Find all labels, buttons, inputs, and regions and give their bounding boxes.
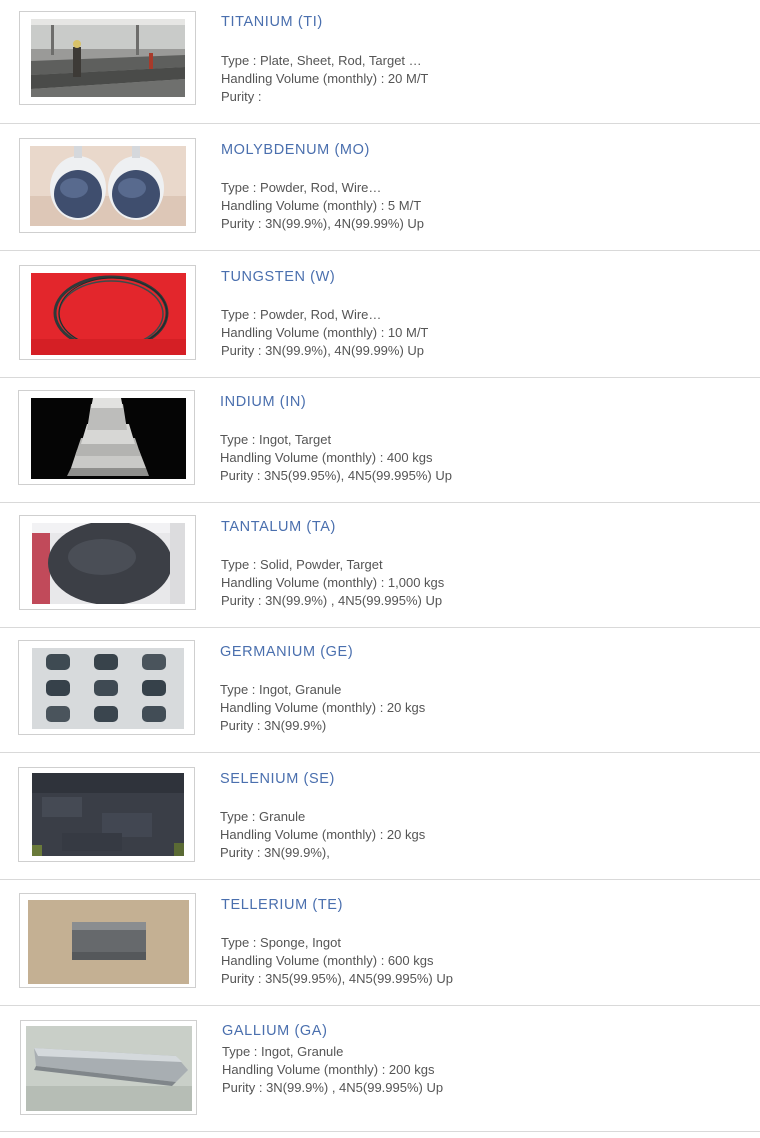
material-purity: Purity : 3N5(99.95%), 4N5(99.995%) Up xyxy=(220,468,452,483)
thumbnail-frame xyxy=(20,1020,197,1115)
material-type: Type : Ingot, Granule xyxy=(220,682,342,697)
material-item-tantalum: TANTALUM (TA) Type : Solid, Powder, Targ… xyxy=(0,503,760,628)
thumbnail-frame xyxy=(18,390,195,485)
material-title: TANTALUM (TA) xyxy=(221,519,336,535)
material-purity: Purity : 3N(99.9%) , 4N5(99.995%) Up xyxy=(221,593,443,608)
germanium-ingots-photo xyxy=(32,648,184,729)
material-item-titanium: TITANIUM (TI) Type : Plate, Sheet, Rod, … xyxy=(0,0,760,124)
material-type: Type : Ingot, Target xyxy=(220,432,332,447)
material-item-molybdenum: MOLYBDENUM (MO) Type : Powder, Rod, Wire… xyxy=(0,124,760,251)
material-type: Type : Granule xyxy=(220,809,306,824)
indium-ingot-photo xyxy=(31,398,186,479)
material-item-germanium: GERMANIUM (GE) Type : Ingot, Granule Han… xyxy=(0,628,760,753)
material-purity: Purity : 3N(99.9%) xyxy=(220,718,327,733)
material-type: Type : Plate, Sheet, Rod, Target … xyxy=(221,53,422,68)
material-volume: Handling Volume (monthly) : 5 M/T xyxy=(221,198,422,213)
material-title: TITANIUM (TI) xyxy=(221,14,323,30)
material-purity: Purity : 3N(99.9%), 4N(99.99%) Up xyxy=(221,343,425,358)
material-volume: Handling Volume (monthly) : 200 kgs xyxy=(222,1062,435,1077)
tellurium-ingot-photo xyxy=(28,900,189,984)
material-item-selenium: SELENIUM (SE) Type : Granule Handling Vo… xyxy=(0,753,760,880)
material-type: Type : Solid, Powder, Target xyxy=(221,557,383,572)
material-item-gallium: GALLIUM (GA) Type : Ingot, Granule Handl… xyxy=(0,1006,760,1132)
selenium-granules-photo xyxy=(32,773,184,856)
material-title: GALLIUM (GA) xyxy=(222,1023,328,1039)
material-purity: Purity : 3N(99.9%), 4N(99.99%) Up xyxy=(221,216,425,231)
material-item-indium: INDIUM (IN) Type : Ingot, Target Handlin… xyxy=(0,378,760,503)
material-volume: Handling Volume (monthly) : 400 kgs xyxy=(220,450,433,465)
thumbnail-frame xyxy=(19,515,196,610)
molybdenum-powder-photo xyxy=(30,146,186,226)
material-title: INDIUM (IN) xyxy=(220,394,307,410)
material-item-tungsten: TUNGSTEN (W) Type : Powder, Rod, Wire… H… xyxy=(0,251,760,378)
material-type: Type : Powder, Rod, Wire… xyxy=(221,180,382,195)
material-purity: Purity : 3N(99.9%), xyxy=(220,845,330,860)
material-type: Type : Powder, Rod, Wire… xyxy=(221,307,382,322)
material-volume: Handling Volume (monthly) : 1,000 kgs xyxy=(221,575,445,590)
tantalum-disc-photo xyxy=(32,523,185,604)
material-title: TELLERIUM (TE) xyxy=(221,897,343,913)
gallium-bar-photo xyxy=(26,1026,192,1111)
material-type: Type : Sponge, Ingot xyxy=(221,935,341,950)
material-purity: Purity : 3N5(99.95%), 4N5(99.995%) Up xyxy=(221,971,453,986)
thumbnail-frame xyxy=(18,767,195,862)
material-type: Type : Ingot, Granule xyxy=(222,1044,344,1059)
material-title: MOLYBDENUM (MO) xyxy=(221,142,370,158)
material-volume: Handling Volume (monthly) : 600 kgs xyxy=(221,953,434,968)
material-volume: Handling Volume (monthly) : 20 M/T xyxy=(221,71,429,86)
thumbnail-frame xyxy=(19,265,196,360)
material-purity: Purity : xyxy=(221,89,262,104)
titanium-plates-photo xyxy=(31,19,185,97)
tungsten-wire-photo xyxy=(31,273,186,355)
material-volume: Handling Volume (monthly) : 10 M/T xyxy=(221,325,429,340)
thumbnail-frame xyxy=(19,138,196,233)
thumbnail-frame xyxy=(19,893,196,988)
thumbnail-frame xyxy=(18,640,195,735)
material-volume: Handling Volume (monthly) : 20 kgs xyxy=(220,827,426,842)
material-title: TUNGSTEN (W) xyxy=(221,269,336,285)
material-title: GERMANIUM (GE) xyxy=(220,644,354,660)
material-purity: Purity : 3N(99.9%) , 4N5(99.995%) Up xyxy=(222,1080,444,1095)
material-title: SELENIUM (SE) xyxy=(220,771,335,787)
material-volume: Handling Volume (monthly) : 20 kgs xyxy=(220,700,426,715)
material-item-tellurium: TELLERIUM (TE) Type : Sponge, Ingot Hand… xyxy=(0,880,760,1006)
thumbnail-frame xyxy=(19,11,196,105)
